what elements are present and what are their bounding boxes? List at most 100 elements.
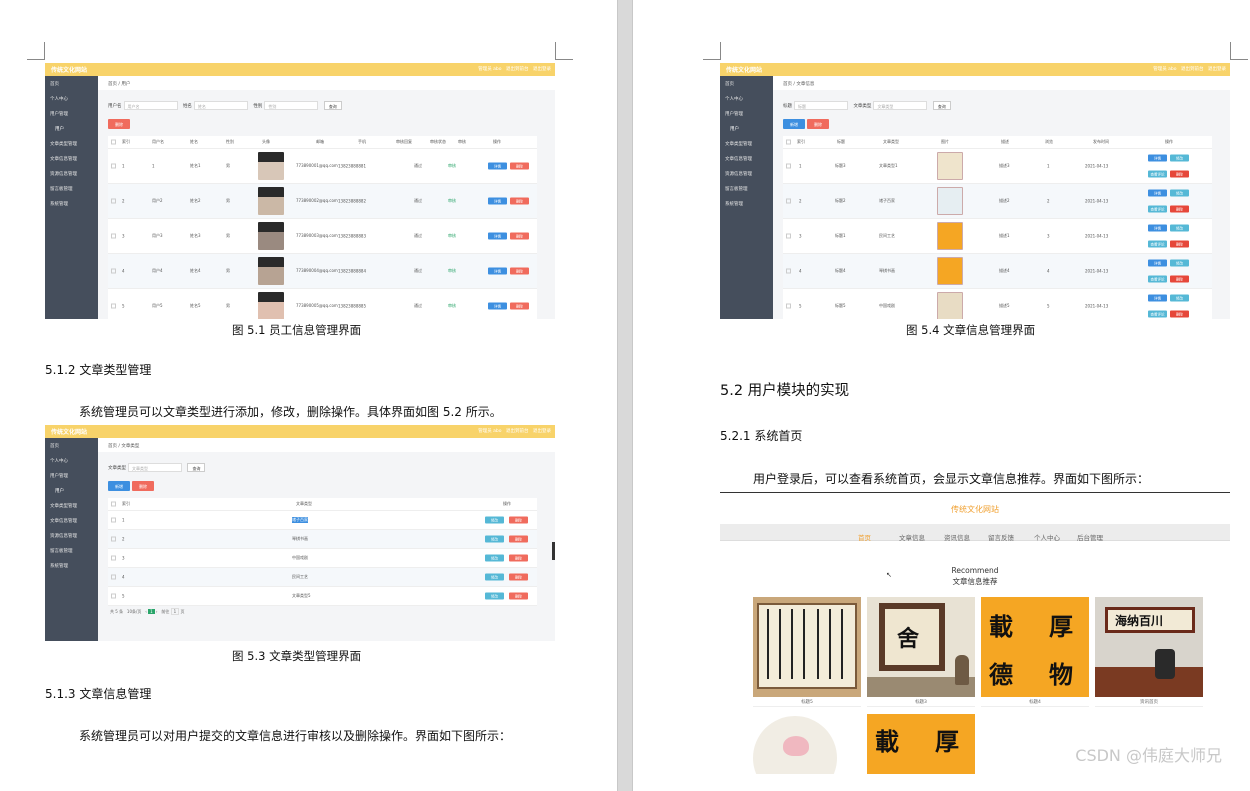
pager-prev-icon[interactable]: ‹	[145, 609, 147, 614]
sidebar-item[interactable]: 文章类型管理	[45, 136, 98, 151]
edit-button[interactable]: 修改	[1170, 189, 1189, 197]
pager-next-icon[interactable]: ›	[156, 609, 158, 614]
admin-top-links[interactable]: 管理员 abo 退出到前台 退出登录	[478, 428, 551, 434]
admin-top-links[interactable]: 管理员 abo 退出到前台 退出登录	[1153, 66, 1226, 72]
sidebar-item[interactable]: 文章信息管理	[720, 151, 773, 166]
admin-top-links[interactable]: 管理员 abo 退出到前台 退出登录	[478, 66, 551, 72]
site-nav-item[interactable]: 留言反馈	[988, 532, 1014, 542]
delete-button[interactable]: 删除	[1170, 205, 1189, 213]
row-checkbox[interactable]	[111, 233, 116, 239]
edit-button[interactable]: 修改	[485, 592, 504, 600]
row-checkbox[interactable]	[786, 303, 791, 309]
pager-size[interactable]: 10条/页	[127, 609, 141, 614]
delete-button[interactable]: 删除	[510, 162, 529, 170]
row-checkbox[interactable]	[111, 198, 116, 204]
delete-button[interactable]: 删除	[510, 267, 529, 275]
edit-button[interactable]: 修改	[1170, 259, 1189, 267]
delete-button[interactable]: 删除	[510, 302, 529, 310]
sidebar-item[interactable]: 资源信息管理	[45, 166, 98, 181]
detail-button[interactable]: 详情	[488, 267, 507, 275]
delete-button[interactable]: 删除	[1170, 170, 1189, 178]
site-nav-item[interactable]: 个人中心	[1034, 532, 1060, 542]
delete-button[interactable]: 删除	[510, 197, 529, 205]
row-checkbox[interactable]	[111, 163, 116, 169]
sidebar-item[interactable]: 系统管理	[720, 196, 773, 211]
delete-button[interactable]: 删除	[108, 119, 130, 129]
review-link[interactable]: 审核	[448, 163, 456, 169]
delete-button[interactable]: 删除	[807, 119, 829, 129]
edit-button[interactable]: 修改	[485, 535, 504, 543]
pager-input[interactable]: 1	[170, 608, 180, 615]
view-comments-button[interactable]: 查看评论	[1148, 240, 1167, 248]
detail-button[interactable]: 详情	[1148, 154, 1167, 162]
delete-button[interactable]: 删除	[1170, 240, 1189, 248]
select-all-checkbox[interactable]	[786, 139, 791, 145]
sidebar-item[interactable]: 用户	[45, 483, 98, 498]
row-checkbox[interactable]	[786, 268, 791, 274]
sidebar-item[interactable]: 首页	[720, 76, 773, 91]
add-button[interactable]: 新增	[108, 481, 130, 491]
row-checkbox[interactable]	[111, 517, 116, 523]
view-comments-button[interactable]: 查看评论	[1148, 205, 1167, 213]
search-button[interactable]: 查询	[187, 463, 206, 472]
row-checkbox[interactable]	[111, 574, 116, 580]
article-card[interactable]: 海纳百川 资讯首页	[1095, 597, 1203, 707]
username-input[interactable]: 用户名	[123, 101, 178, 110]
delete-button[interactable]: 删除	[132, 481, 154, 491]
delete-button[interactable]: 删除	[510, 232, 529, 240]
edit-button[interactable]: 修改	[1170, 154, 1189, 162]
sidebar-item[interactable]: 系统管理	[45, 196, 98, 211]
site-nav-item[interactable]: 首页	[858, 532, 871, 542]
review-link[interactable]: 审核	[448, 268, 456, 274]
article-card[interactable]	[753, 714, 861, 774]
row-checkbox[interactable]	[786, 198, 791, 204]
detail-button[interactable]: 详情	[1148, 224, 1167, 232]
sidebar-item[interactable]: 资源信息管理	[45, 528, 98, 543]
sidebar-item[interactable]: 用户管理	[720, 106, 773, 121]
edit-button[interactable]: 修改	[1170, 294, 1189, 302]
article-card[interactable]: 标题5	[753, 597, 861, 707]
sidebar-item[interactable]: 留言板管理	[45, 181, 98, 196]
add-button[interactable]: 新增	[783, 119, 805, 129]
site-nav-item[interactable]: 文章信息	[899, 532, 925, 542]
row-checkbox[interactable]	[111, 536, 116, 542]
sidebar-item[interactable]: 资源信息管理	[720, 166, 773, 181]
review-link[interactable]: 审核	[448, 233, 456, 239]
review-link[interactable]: 审核	[448, 303, 456, 309]
select-all-checkbox[interactable]	[111, 501, 116, 507]
sidebar-item[interactable]: 个人中心	[45, 453, 98, 468]
sidebar-item[interactable]: 留言板管理	[720, 181, 773, 196]
sidebar-item[interactable]: 系统管理	[45, 558, 98, 573]
article-card[interactable]: 載 厚 德 物 标题4	[981, 597, 1089, 707]
sidebar-item[interactable]: 用户管理	[45, 106, 98, 121]
sidebar-item[interactable]: 留言板管理	[45, 543, 98, 558]
detail-button[interactable]: 详情	[1148, 189, 1167, 197]
scrollbar[interactable]	[552, 542, 555, 560]
review-link[interactable]: 审核	[448, 198, 456, 204]
sidebar-item[interactable]: 文章类型管理	[720, 136, 773, 151]
detail-button[interactable]: 详情	[1148, 294, 1167, 302]
view-comments-button[interactable]: 查看评论	[1148, 275, 1167, 283]
article-type-input[interactable]: 文章类型	[128, 463, 182, 472]
sidebar-item[interactable]: 文章类型管理	[45, 498, 98, 513]
sidebar-item[interactable]: 用户	[720, 121, 773, 136]
sidebar-item[interactable]: 用户管理	[45, 468, 98, 483]
title-input[interactable]: 标题	[794, 101, 848, 110]
edit-button[interactable]: 修改	[1170, 224, 1189, 232]
view-comments-button[interactable]: 查看评论	[1148, 310, 1167, 318]
gender-input[interactable]: 性别	[264, 101, 319, 110]
row-checkbox[interactable]	[111, 303, 116, 309]
edit-button[interactable]: 修改	[485, 554, 504, 562]
detail-button[interactable]: 详情	[488, 232, 507, 240]
select-all-checkbox[interactable]	[111, 139, 116, 145]
detail-button[interactable]: 详情	[1148, 259, 1167, 267]
row-checkbox[interactable]	[786, 233, 791, 239]
sidebar-item[interactable]: 首页	[45, 76, 98, 91]
delete-button[interactable]: 删除	[509, 573, 528, 581]
name-input[interactable]: 姓名	[193, 101, 248, 110]
article-type-input[interactable]: 文章类型	[873, 101, 928, 110]
site-nav-item[interactable]: 后台管理	[1077, 532, 1103, 542]
sidebar-item[interactable]: 用户	[45, 121, 98, 136]
article-card[interactable]: 舍 标题3	[867, 597, 975, 707]
article-card[interactable]: 載 厚	[867, 714, 975, 774]
